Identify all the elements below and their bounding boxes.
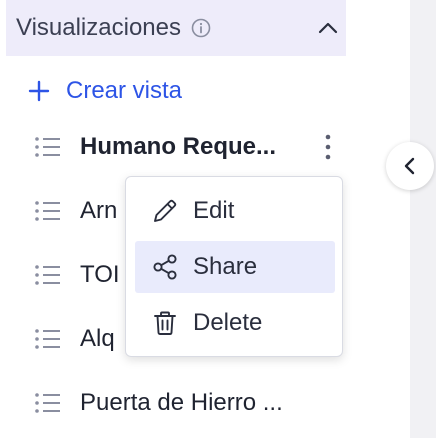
list-icon	[34, 327, 62, 351]
edit-menu-item[interactable]: Edit	[135, 185, 335, 237]
list-icon	[34, 199, 62, 223]
view-item-label: Alq	[80, 325, 115, 352]
info-icon[interactable]	[191, 18, 211, 38]
visualizations-section-header[interactable]: Visualizaciones	[6, 0, 346, 56]
view-item[interactable]: Humano Reque...	[34, 127, 334, 167]
view-item-label: Arn	[80, 197, 118, 224]
list-icon	[34, 391, 62, 415]
list-icon	[34, 135, 62, 159]
chevron-up-icon[interactable]	[316, 16, 340, 40]
delete-label: Delete	[193, 309, 263, 336]
trash-icon	[151, 309, 179, 337]
chevron-left-icon	[404, 157, 415, 175]
share-icon	[151, 253, 179, 281]
pencil-icon	[151, 197, 179, 225]
more-options-icon[interactable]	[316, 131, 340, 163]
create-view-label: Crear vista	[66, 77, 183, 104]
context-menu: Edit Share Delete	[125, 176, 343, 357]
collapse-sidebar-button[interactable]	[386, 142, 434, 190]
view-item[interactable]: Puerta de Hierro ...	[34, 383, 334, 423]
delete-menu-item[interactable]: Delete	[135, 297, 335, 349]
share-menu-item[interactable]: Share	[135, 241, 335, 293]
view-item-label: TOI	[80, 261, 120, 288]
create-view-button[interactable]: Crear vista	[28, 73, 182, 109]
edit-label: Edit	[193, 197, 235, 224]
section-title: Visualizaciones	[16, 14, 181, 41]
view-item-label: Humano Reque...	[80, 133, 277, 160]
main-panel-edge	[410, 0, 436, 438]
list-icon	[34, 263, 62, 287]
share-label: Share	[193, 253, 258, 280]
plus-icon	[28, 80, 50, 102]
view-item-label: Puerta de Hierro ...	[80, 389, 283, 416]
